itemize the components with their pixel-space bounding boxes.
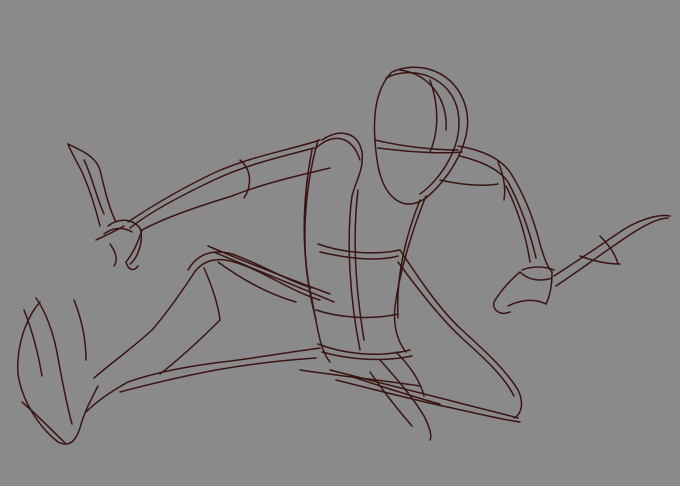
sketch-canvas bbox=[0, 0, 680, 486]
figure-sketch bbox=[0, 0, 680, 486]
background bbox=[0, 0, 680, 486]
